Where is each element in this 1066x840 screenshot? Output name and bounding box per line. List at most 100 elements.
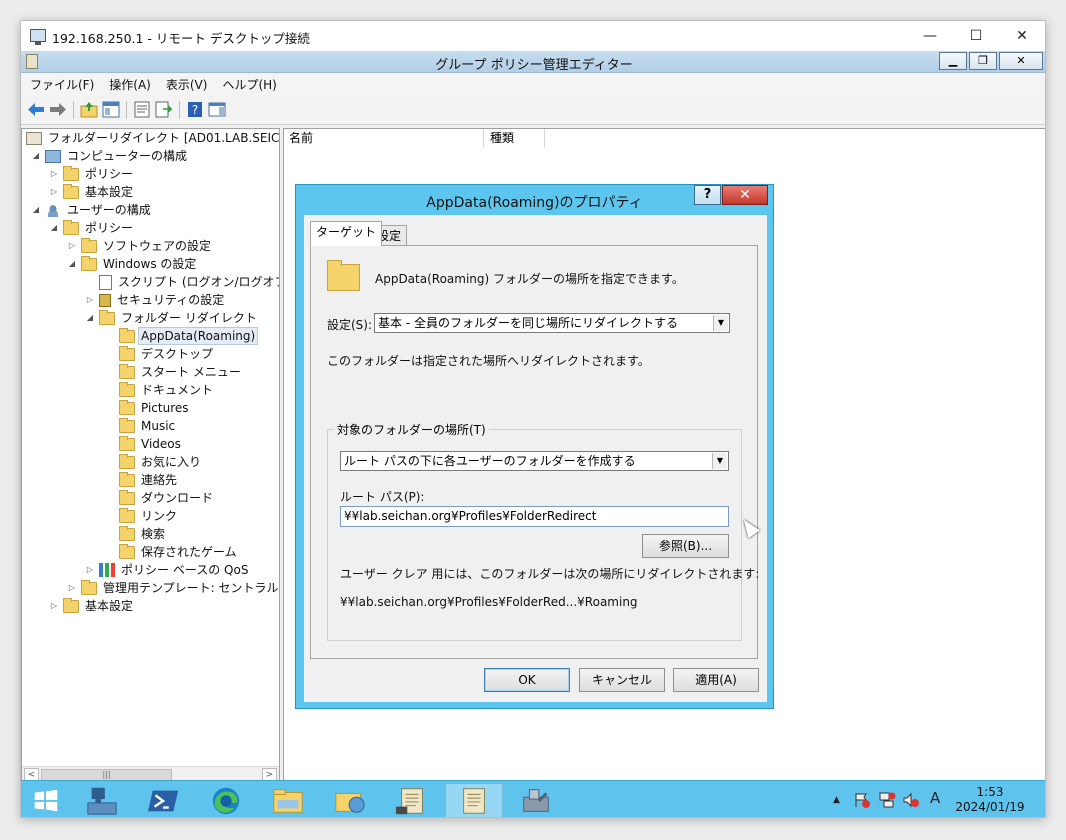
action-pane-icon[interactable] <box>208 101 226 118</box>
tree-item-user-config[interactable]: ◢ ユーザーの構成 <box>30 201 154 219</box>
script-editor-icon[interactable] <box>383 783 441 818</box>
security-lock-icon <box>99 293 111 307</box>
server-manager-icon[interactable] <box>73 783 131 818</box>
folder-icon <box>119 489 135 505</box>
setting-dropdown[interactable]: 基本 - 全員のフォルダーを同じ場所にリダイレクトする ▼ <box>374 313 730 333</box>
large-folder-icon <box>327 260 360 291</box>
gp-minimize-button[interactable]: ▁ <box>939 52 967 70</box>
tree-item-computer-config[interactable]: ◢ コンピューターの構成 <box>30 147 190 165</box>
close-button[interactable]: ✕ <box>999 21 1045 51</box>
powershell-icon[interactable] <box>135 783 193 818</box>
clock[interactable]: 1:53 2024/01/19 <box>945 785 1035 815</box>
collapsed-arrow-icon[interactable]: ▷ <box>48 168 60 180</box>
tree-item-user-preferences[interactable]: ▷ 基本設定 <box>48 597 136 615</box>
tree-item-documents[interactable]: ドキュメント <box>104 381 216 399</box>
dropdown-arrow-icon[interactable]: ▼ <box>712 453 727 469</box>
tree-item-contacts[interactable]: 連絡先 <box>104 471 180 489</box>
expanded-arrow-icon[interactable]: ◢ <box>30 204 42 216</box>
back-arrow-icon[interactable] <box>27 101 45 118</box>
properties-icon[interactable] <box>133 101 151 118</box>
volume-muted-icon[interactable] <box>902 791 920 809</box>
folder-icon <box>119 381 135 397</box>
tree-item-desktop[interactable]: デスクトップ <box>104 345 216 363</box>
dialog-help-button[interactable]: ? <box>694 185 721 205</box>
toolbar: ? <box>21 95 1045 125</box>
tree-item-scripts[interactable]: スクリプト (ログオン/ログオフ) <box>84 273 279 291</box>
forward-arrow-icon[interactable] <box>49 101 67 118</box>
dropdown-arrow-icon[interactable]: ▼ <box>713 315 728 331</box>
tree-item-links[interactable]: リンク <box>104 507 180 525</box>
tree-item-downloads[interactable]: ダウンロード <box>104 489 216 507</box>
group-policy-editor-icon[interactable] <box>445 783 503 818</box>
tree-item-admin-templates[interactable]: ▷管理用テンプレート: セントラル ストア <box>66 579 279 597</box>
cancel-button[interactable]: キャンセル <box>579 668 665 692</box>
admin-tools-icon[interactable] <box>507 783 565 818</box>
tree-pane[interactable]: フォルダーリダイレクト [AD01.LAB.SEICHAN.C ◢コンピューター… <box>21 128 280 786</box>
menu-action[interactable]: 操作(A) <box>109 76 151 93</box>
edge-browser-icon[interactable] <box>197 783 255 818</box>
file-explorer-icon[interactable] <box>259 783 317 818</box>
tree-item-searches[interactable]: 検索 <box>104 525 168 543</box>
tree-item-qos[interactable]: ▷ ポリシー ベースの QoS <box>84 561 251 579</box>
collapsed-arrow-icon[interactable]: ▷ <box>48 186 60 198</box>
show-hide-tree-icon[interactable] <box>102 101 120 118</box>
menu-help[interactable]: ヘルプ(H) <box>222 76 276 93</box>
ok-button[interactable]: OK <box>484 668 570 692</box>
folder-icon <box>99 309 115 325</box>
folder-icon <box>119 345 135 361</box>
export-list-icon[interactable] <box>155 101 173 118</box>
column-header-type[interactable]: 種類 <box>485 129 545 147</box>
maximize-button[interactable]: ☐ <box>953 21 999 51</box>
collapsed-arrow-icon[interactable]: ▷ <box>48 600 60 612</box>
up-folder-icon[interactable] <box>80 101 98 118</box>
tree-item-windows-settings[interactable]: ◢ Windows の設定 <box>66 255 199 273</box>
expanded-arrow-icon[interactable]: ◢ <box>30 150 42 162</box>
tree-item-software-settings[interactable]: ▷ ソフトウェアの設定 <box>66 237 214 255</box>
tree-item-start-menu[interactable]: スタート メニュー <box>104 363 244 381</box>
tree-item-computer-policies[interactable]: ▷ ポリシー <box>48 165 136 183</box>
tree-item-favorites[interactable]: お気に入り <box>104 453 204 471</box>
apply-button[interactable]: 適用(A) <box>673 668 759 692</box>
gp-restore-button[interactable]: ❐ <box>969 52 997 70</box>
tab-target[interactable]: ターゲット <box>310 221 383 246</box>
tree-item-appdata-roaming[interactable]: AppData(Roaming) <box>104 327 259 345</box>
network-share-icon[interactable] <box>321 783 379 818</box>
tree-item-saved-games[interactable]: 保存されたゲーム <box>104 543 240 561</box>
tree-item-computer-preferences[interactable]: ▷ 基本設定 <box>48 183 136 201</box>
root-path-input[interactable]: ¥¥lab.seichan.org¥Profiles¥FolderRedirec… <box>340 506 729 527</box>
action-center-flag-icon[interactable] <box>853 791 871 809</box>
menu-file[interactable]: ファイル(F) <box>30 76 94 93</box>
help-icon[interactable]: ? <box>186 101 204 118</box>
tree-item-security-settings[interactable]: ▷ セキュリティの設定 <box>84 291 227 309</box>
network-icon[interactable] <box>878 791 896 809</box>
expanded-arrow-icon[interactable]: ◢ <box>48 222 60 234</box>
target-location-groupbox: 対象のフォルダーの場所(T) ルート パスの下に各ユーザーのフォルダーを作成する… <box>327 421 759 641</box>
browse-button[interactable]: 参照(B)... <box>642 534 729 558</box>
gp-close-button[interactable]: ✕ <box>999 52 1043 70</box>
ime-indicator[interactable]: A <box>930 789 940 807</box>
folder-icon <box>119 399 135 415</box>
folder-icon <box>81 579 97 595</box>
tree-item-pictures[interactable]: Pictures <box>104 399 192 417</box>
expanded-arrow-icon[interactable]: ◢ <box>84 312 96 324</box>
target-location-dropdown[interactable]: ルート パスの下に各ユーザーのフォルダーを作成する ▼ <box>340 451 729 471</box>
start-windows-icon[interactable] <box>23 783 69 818</box>
collapsed-arrow-icon[interactable]: ▷ <box>84 564 96 576</box>
tree-item-folder-redirection[interactable]: ◢ フォルダー リダイレクト <box>84 309 260 327</box>
tree-item-music[interactable]: Music <box>104 417 178 435</box>
target-location-legend: 対象のフォルダーの場所(T) <box>334 421 489 438</box>
menu-view[interactable]: 表示(V) <box>166 76 208 93</box>
dialog-close-button[interactable]: ✕ <box>722 185 768 205</box>
tree-root[interactable]: フォルダーリダイレクト [AD01.LAB.SEICHAN.C <box>26 129 279 147</box>
folder-open-icon <box>119 327 135 343</box>
tray-expand-icon[interactable]: ▲ <box>833 795 840 805</box>
user-icon <box>45 203 61 217</box>
collapsed-arrow-icon[interactable]: ▷ <box>84 294 96 306</box>
expanded-arrow-icon[interactable]: ◢ <box>66 258 78 270</box>
column-header-name[interactable]: 名前 <box>284 129 484 147</box>
collapsed-arrow-icon[interactable]: ▷ <box>66 240 78 252</box>
collapsed-arrow-icon[interactable]: ▷ <box>66 582 78 594</box>
tree-item-user-policies[interactable]: ◢ ポリシー <box>48 219 136 237</box>
tree-item-videos[interactable]: Videos <box>104 435 184 453</box>
minimize-button[interactable]: — <box>907 21 953 51</box>
